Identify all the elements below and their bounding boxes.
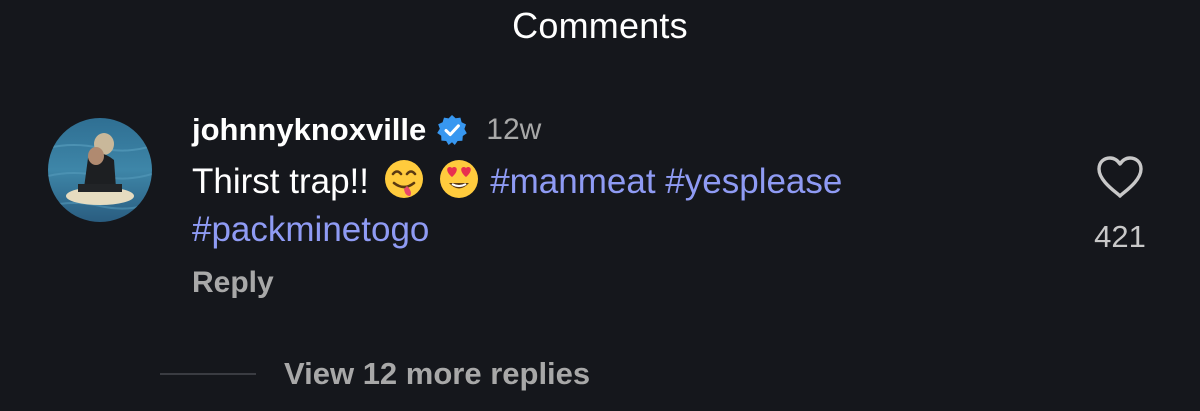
avatar[interactable] [48,118,152,222]
savoring-food-face-emoji [383,158,425,200]
comment-body: johnnyknoxville 12w Thirst trap!! #manme… [192,110,1052,300]
hashtag-link[interactable]: #yesplease [665,162,842,201]
comment-text: Thirst trap!! #manmeat #yesplease #packm… [192,158,1052,254]
heart-eyes-emoji [438,158,480,200]
hashtag-link[interactable]: #manmeat [490,162,655,201]
like-control: 421 [1085,154,1155,255]
avatar-image [48,118,152,222]
timestamp: 12w [486,113,542,146]
username-link[interactable]: johnnyknoxville [192,112,426,148]
view-more-replies-label: View 12 more replies [284,356,591,391]
replies-divider [160,373,256,375]
reply-button[interactable]: Reply [192,266,1052,300]
comment-item: johnnyknoxville 12w Thirst trap!! #manme… [0,0,1200,411]
hashtag-link[interactable]: #packminetogo [192,210,429,249]
like-count: 421 [1094,219,1146,254]
comment-meta: johnnyknoxville 12w [192,110,1052,150]
verified-badge-icon [436,114,468,146]
heart-outline-icon[interactable] [1095,154,1145,200]
comment-text-prefix: Thirst trap!! [192,162,369,201]
view-more-replies-button[interactable]: View 12 more replies [160,352,590,396]
